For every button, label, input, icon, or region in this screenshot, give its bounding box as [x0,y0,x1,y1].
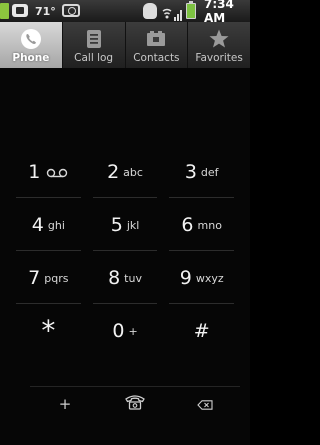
key-digit: # [193,319,210,342]
tab-contacts[interactable]: Contacts [126,22,189,68]
key-digit: 7 [28,266,41,289]
key-letters: abc [123,166,143,179]
key-digit: 5 [110,213,123,236]
temperature-readout: 71° [35,4,56,18]
dial-pad-row: 7 pqrs 8 tuv 9 wxyz [10,251,240,304]
voicemail-icon [46,163,68,182]
tab-label: Favorites [195,52,243,64]
contacts-icon [145,28,167,50]
tab-label: Call log [74,52,114,64]
tab-call-log[interactable]: Call log [63,22,126,68]
key-7[interactable]: 7 pqrs [10,251,87,304]
signal-strength-icon [0,3,9,19]
key-digit: 2 [107,160,120,183]
tab-phone[interactable]: Phone [0,22,63,68]
status-bar: 71° 7:34 AM [0,0,250,25]
dial-pad-row: * 0 + # [10,304,240,357]
key-2[interactable]: 2 abc [87,145,164,198]
key-digit: 1 [28,160,41,183]
tab-label: Contacts [133,52,180,64]
key-letters: ghi [47,219,65,232]
key-8[interactable]: 8 tuv [87,251,164,304]
call-log-icon [83,28,105,50]
phone-icon [20,28,42,50]
dialer-action-bar: + [30,386,240,421]
dial-pad: 1 2 abc 3 def 4 ghi 5 jkl 6 mno 7 pqrs 8… [10,145,240,357]
add-contact-button[interactable]: + [30,387,100,421]
key-1[interactable]: 1 [10,145,87,198]
dial-pad-row: 4 ghi 5 jkl 6 mno [10,198,240,251]
tab-label: Phone [12,52,50,64]
key-9[interactable]: 9 wxyz [163,251,240,304]
battery-icon [186,1,196,19]
key-digit: 4 [31,213,44,236]
phone-dialer-screen: 71° 7:34 AM Phone Call log Contacts Favo… [0,0,250,445]
alien-icon [143,3,157,19]
key-3[interactable]: 3 def [163,145,240,198]
camera-icon [62,4,80,17]
key-digit: 3 [184,160,197,183]
key-letters: + [128,325,138,338]
call-button[interactable] [100,387,170,421]
tab-favorites[interactable]: Favorites [188,22,250,68]
key-digit: 0 [112,319,125,342]
clock: 7:34 AM [204,0,234,25]
backspace-icon [197,395,213,414]
dial-pad-row: 1 2 abc 3 def [10,145,240,198]
key-digit: 9 [179,266,192,289]
key-hash[interactable]: # [163,304,240,357]
key-digit: 6 [181,213,194,236]
key-digit: * [41,313,56,347]
key-letters: mno [197,219,222,232]
key-0[interactable]: 0 + [87,304,164,357]
key-star[interactable]: * [10,304,87,357]
key-digit: 8 [108,266,121,289]
key-letters: jkl [126,219,140,232]
key-letters: wxyz [195,272,224,285]
key-4[interactable]: 4 ghi [10,198,87,251]
delete-button[interactable] [170,387,240,421]
key-letters: tuv [124,272,142,285]
dialer-tab-bar: Phone Call log Contacts Favorites [0,22,250,68]
star-icon [208,28,230,50]
plus-label: + [58,395,72,413]
message-icon [12,4,28,17]
key-letters: pqrs [44,272,69,285]
key-5[interactable]: 5 jkl [87,198,164,251]
key-6[interactable]: 6 mno [163,198,240,251]
key-letters: def [200,166,219,179]
phone-icon [124,394,146,414]
